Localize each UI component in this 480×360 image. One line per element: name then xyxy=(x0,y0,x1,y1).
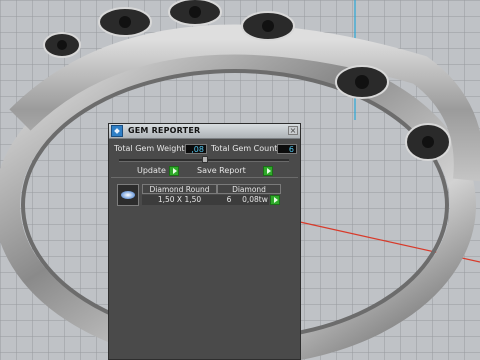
close-icon[interactable]: × xyxy=(288,126,298,135)
divider xyxy=(111,177,298,178)
panel-title: GEM REPORTER xyxy=(128,126,201,135)
round-diamond-icon[interactable] xyxy=(117,184,139,206)
total-gem-weight-value: ,08 xyxy=(185,144,207,154)
gem-shape-header: Diamond Round xyxy=(142,184,217,194)
slider-thumb[interactable] xyxy=(202,156,208,163)
gem-row-arrow-button[interactable] xyxy=(270,195,280,205)
total-gem-count-value: 6 xyxy=(277,144,297,154)
update-label: Update xyxy=(137,166,166,175)
gem-count: 6 xyxy=(217,195,241,205)
update-button[interactable] xyxy=(169,166,179,176)
gem-size: 1,50 X 1,50 xyxy=(142,195,217,205)
gem-reporter-panel: GEM REPORTER × Total Gem Weight ,08 Tota… xyxy=(108,123,301,360)
total-gem-count-label: Total Gem Count xyxy=(211,144,278,153)
total-gem-weight-label: Total Gem Weight xyxy=(114,144,185,153)
gem-material-header: Diamond xyxy=(217,184,281,194)
gem-reporter-app-icon xyxy=(111,125,123,137)
title-bar[interactable]: GEM REPORTER × xyxy=(109,124,300,139)
save-report-button[interactable] xyxy=(263,166,273,176)
save-report-label: Save Report xyxy=(197,166,246,175)
gem-weight: 0,08tw xyxy=(241,195,269,205)
